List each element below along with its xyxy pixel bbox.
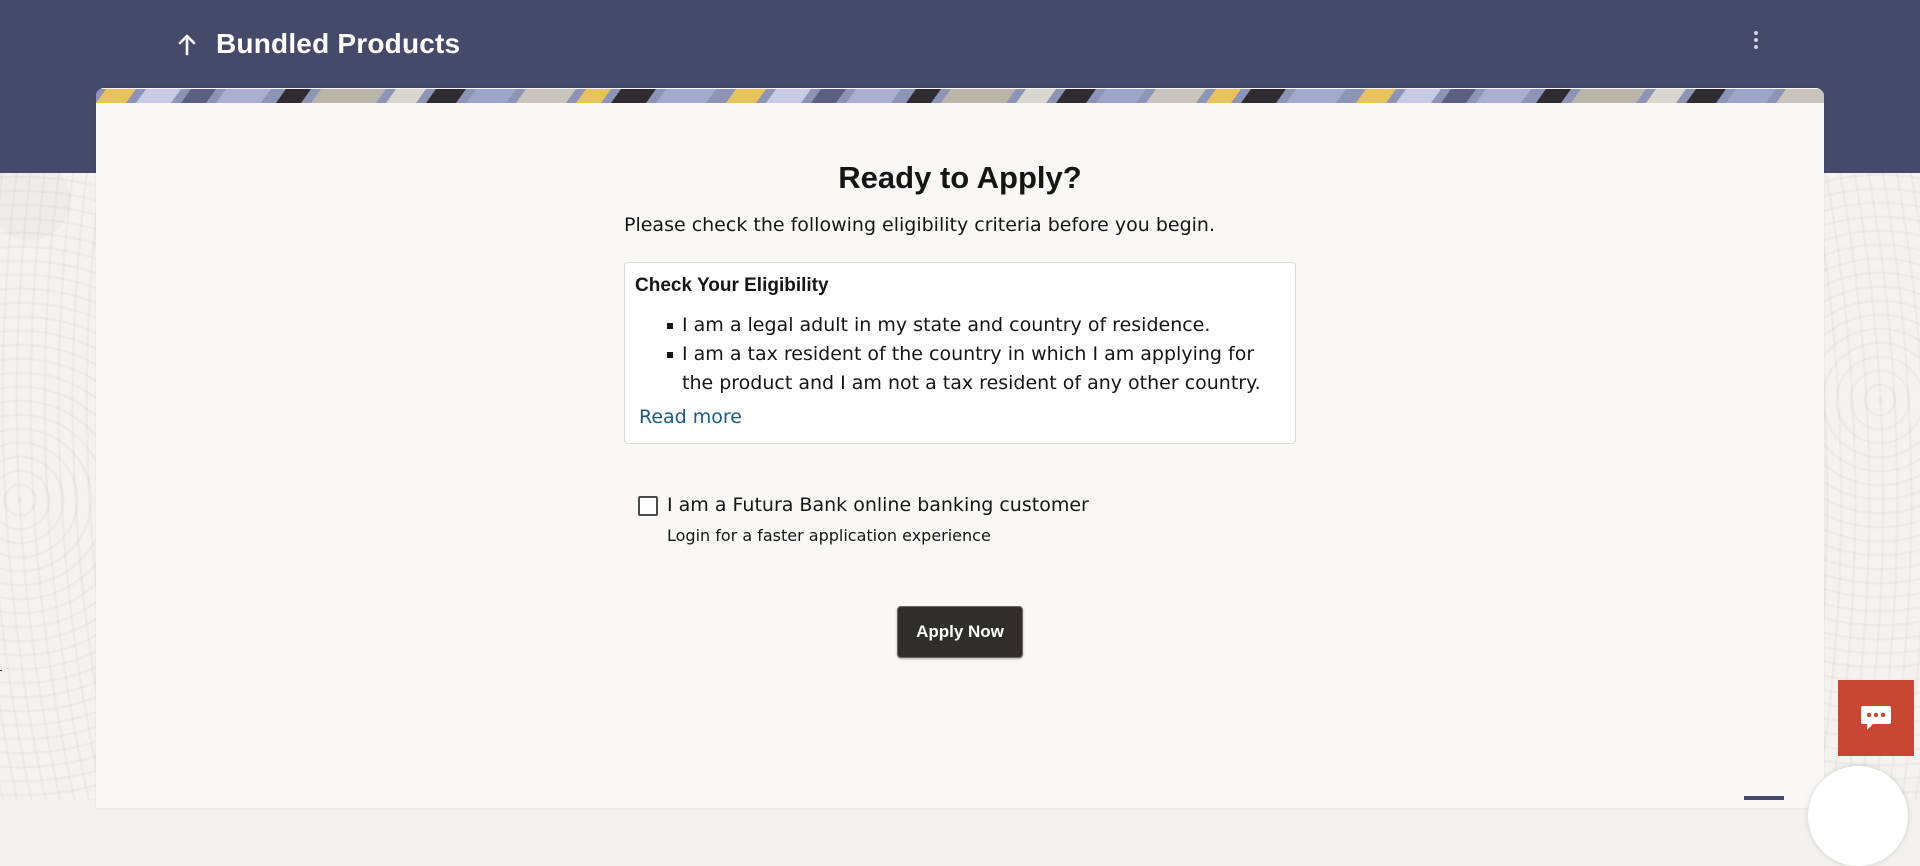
list-item-text: I am a legal adult in my state and count… (682, 314, 1211, 336)
read-more-link[interactable]: Read more (639, 406, 742, 428)
eligibility-list: I am a legal adult in my state and count… (667, 311, 1262, 398)
list-item: I am a tax resident of the country in wh… (667, 340, 1262, 398)
customer-checkbox-label[interactable]: I am a Futura Bank online banking custom… (667, 492, 1089, 518)
list-item-text: I am a tax resident of the country in wh… (682, 343, 1261, 394)
list-item: I am a legal adult in my state and count… (667, 311, 1262, 340)
apply-now-button[interactable]: Apply Now (897, 606, 1023, 658)
chat-bubble-icon (1861, 706, 1891, 730)
floating-circle[interactable] (1808, 766, 1908, 866)
decorative-banner (96, 88, 1824, 103)
page-title: Bundled Products (216, 28, 461, 59)
arrow-up-icon[interactable] (172, 28, 202, 62)
kebab-menu-icon[interactable] (1744, 28, 1768, 56)
bullet-icon (667, 352, 673, 358)
eligibility-title: Check Your Eligibility (635, 275, 829, 296)
page-header: Bundled Products (0, 0, 1920, 88)
apply-content: Ready to Apply? Please check the followi… (624, 158, 1296, 545)
ready-heading: Ready to Apply? (838, 160, 1082, 195)
customer-option: I am a Futura Bank online banking custom… (624, 492, 1296, 545)
customer-checkbox[interactable] (638, 496, 658, 516)
bullet-icon (667, 323, 673, 329)
chat-button[interactable] (1838, 680, 1914, 756)
login-helper-text: Login for a faster application experienc… (667, 526, 991, 545)
eligibility-subtitle: Please check the following eligibility c… (624, 214, 1216, 236)
edge-mark (0, 670, 2, 671)
eligibility-box: Check Your Eligibility I am a legal adul… (624, 262, 1296, 444)
bottom-tab (1744, 796, 1784, 800)
